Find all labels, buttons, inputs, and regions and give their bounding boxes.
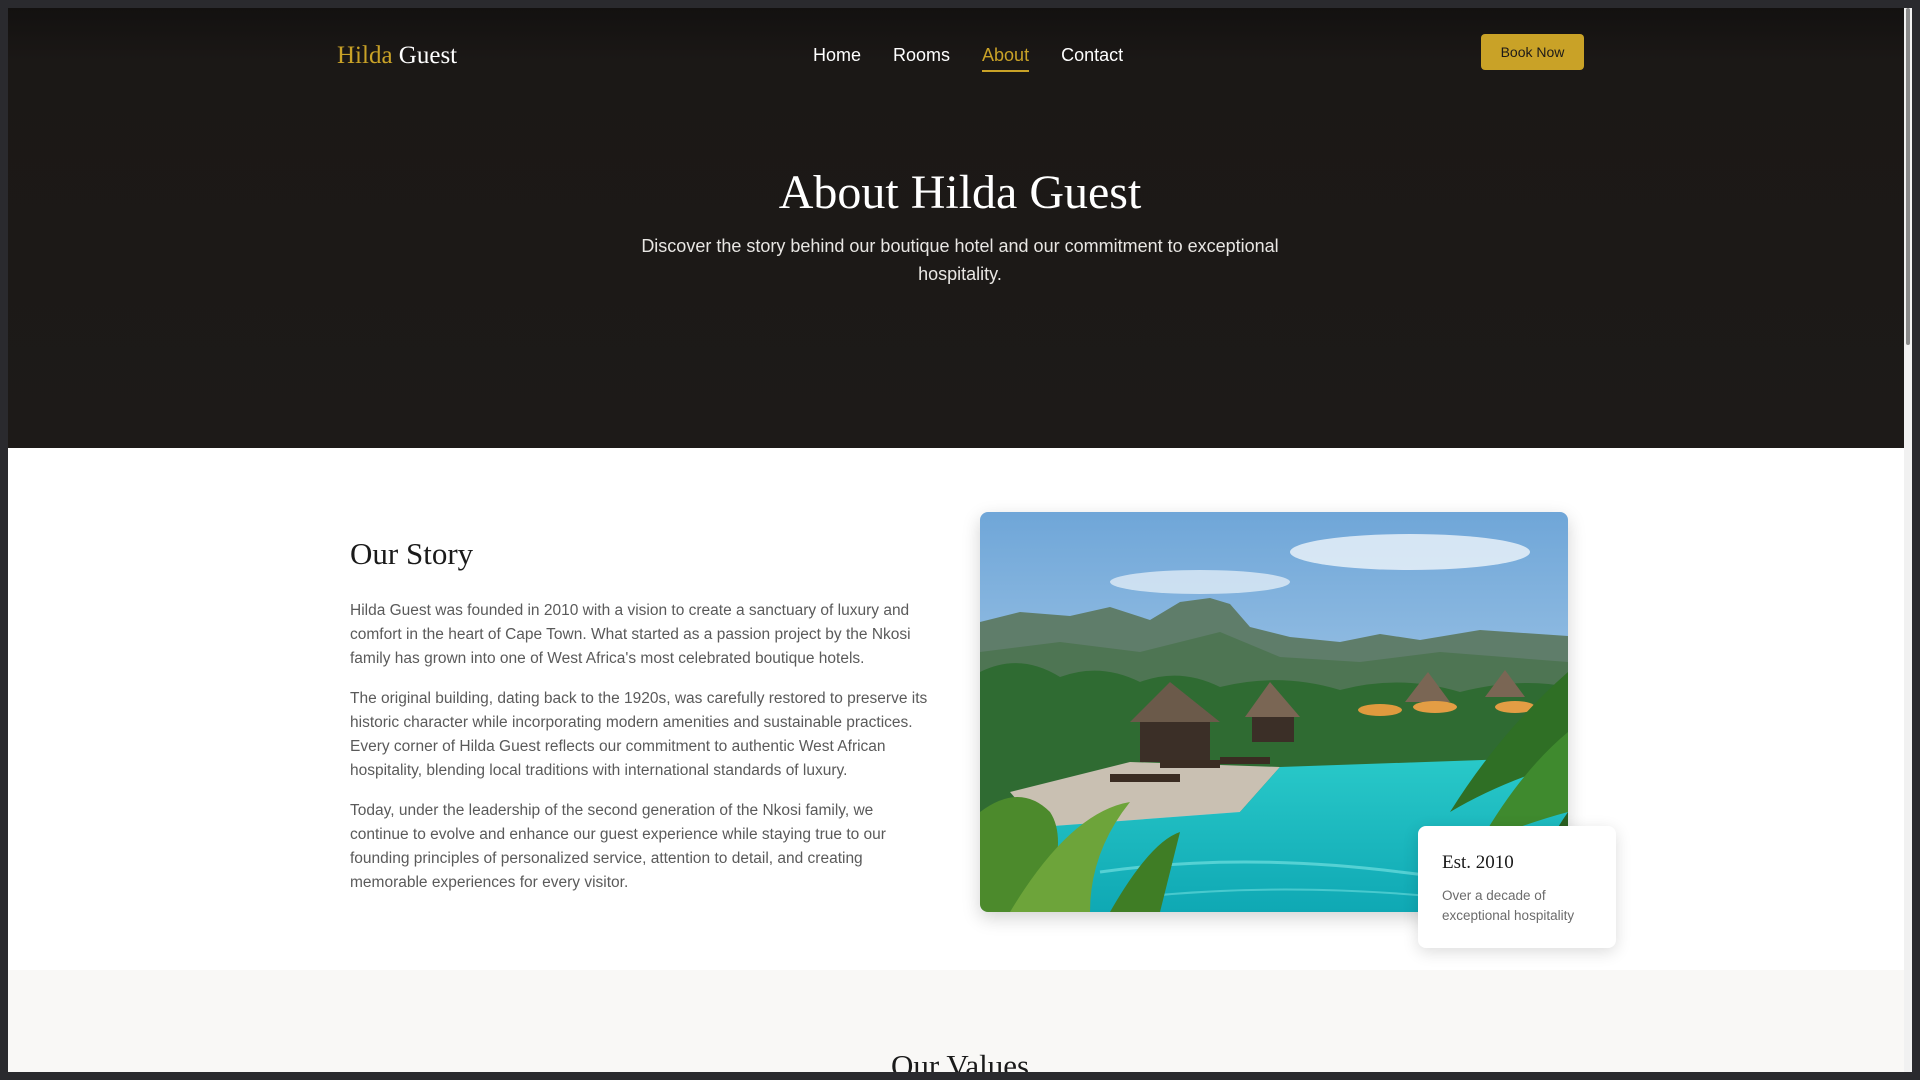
story-heading: Our Story (350, 536, 474, 571)
nav-link-contact[interactable]: Contact (1061, 42, 1123, 68)
logo-word-hilda: Hilda (337, 42, 393, 69)
badge-subtitle: Over a decade of exceptional hospitality (1442, 888, 1575, 923)
established-badge: Est. 2010 Over a decade of exceptional h… (1418, 826, 1616, 948)
values-heading: Our Values (890, 1048, 1030, 1072)
page-subtitle: Discover the story behind our boutique h… (641, 236, 1279, 284)
page-title: About Hilda Guest (778, 166, 1142, 219)
story-text: Hilda Guest was founded in 2010 with a v… (350, 599, 935, 911)
main-nav: Home Rooms About Contact (813, 42, 1123, 72)
nav-link-about[interactable]: About (982, 42, 1030, 72)
our-values-section: Our Values (8, 970, 1912, 1072)
nav-link-rooms[interactable]: Rooms (893, 42, 950, 68)
story-paragraph-2: The original building, dating back to th… (350, 690, 928, 779)
badge-title: Est. 2010 (1442, 852, 1514, 873)
hero-section: Hilda Guest Home Rooms About Contact Boo… (8, 8, 1912, 448)
logo-word-guest: Guest (398, 42, 458, 69)
our-story-section: Our Story Hilda Guest was founded in 201… (8, 448, 1912, 970)
book-now-button[interactable]: Book Now (1481, 34, 1584, 70)
site-header: Hilda Guest Home Rooms About Contact Boo… (8, 8, 1912, 98)
site-logo[interactable]: Hilda Guest (337, 40, 457, 72)
nav-link-home[interactable]: Home (813, 42, 861, 68)
scrollbar-thumb[interactable] (1906, 8, 1910, 345)
browser-viewport: Hilda Guest Home Rooms About Contact Boo… (8, 8, 1912, 1072)
story-paragraph-3: Today, under the leadership of the secon… (350, 802, 886, 891)
page-scrollbar[interactable] (1904, 8, 1912, 1072)
story-paragraph-1: Hilda Guest was founded in 2010 with a v… (350, 602, 911, 667)
